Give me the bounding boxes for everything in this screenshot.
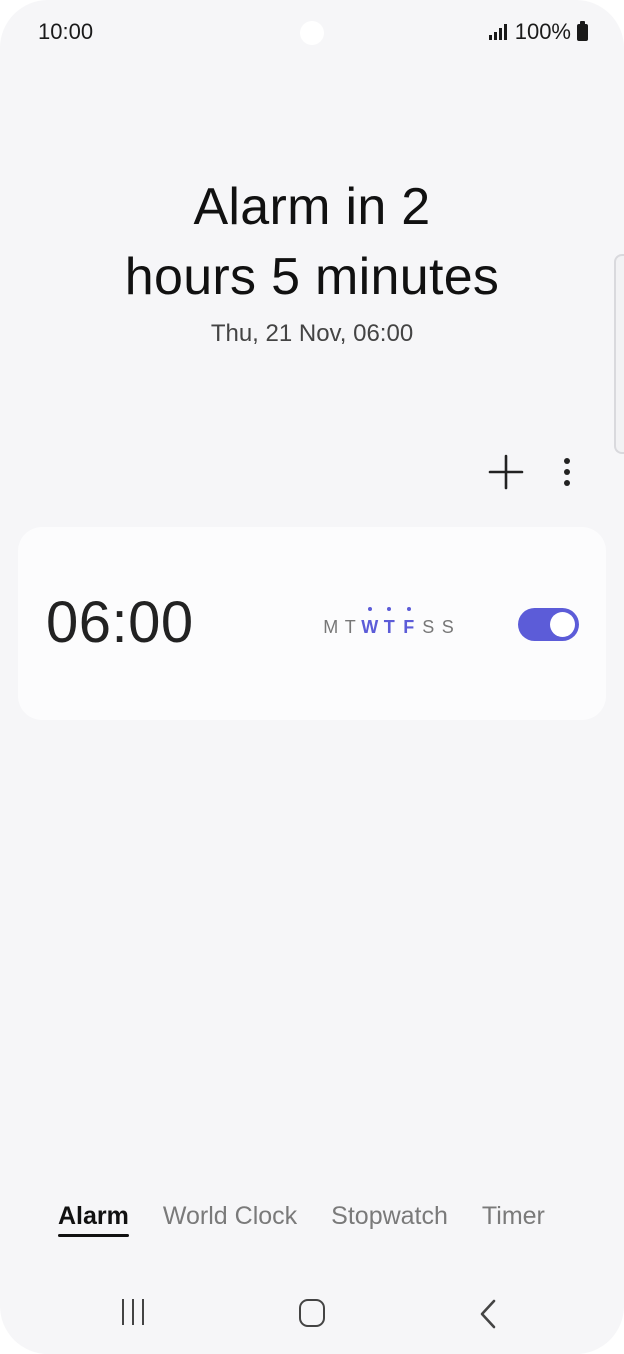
clock-app-screen: 10:00 100% Alarm in 2 hours 5 minutes Th… bbox=[0, 0, 624, 1354]
battery-icon bbox=[577, 21, 588, 41]
recent-apps-icon[interactable] bbox=[122, 1299, 144, 1325]
alarm-card[interactable]: 06:00 M T W T F S S bbox=[18, 527, 606, 720]
day-tuesday: T bbox=[344, 617, 356, 637]
headline-line-2: hours 5 minutes bbox=[124, 248, 500, 306]
back-icon[interactable] bbox=[476, 1298, 500, 1330]
day-thursday: T bbox=[380, 607, 400, 638]
battery-percent: 100% bbox=[514, 19, 571, 44]
more-options-button[interactable] bbox=[552, 451, 582, 493]
alarm-time: 06:00 bbox=[46, 590, 194, 655]
day-friday: F bbox=[399, 607, 419, 638]
day-sunday: S bbox=[441, 617, 454, 637]
day-saturday: S bbox=[422, 617, 435, 637]
bottom-tabs: Alarm World Clock Stopwatch Timer bbox=[58, 1202, 545, 1237]
alarm-repeat-days: M T W T F S S bbox=[321, 607, 458, 638]
front-camera bbox=[300, 21, 324, 45]
home-icon[interactable] bbox=[299, 1299, 325, 1327]
add-alarm-button[interactable] bbox=[485, 451, 527, 493]
tab-stopwatch[interactable]: Stopwatch bbox=[331, 1202, 448, 1231]
tab-world-clock[interactable]: World Clock bbox=[163, 1202, 297, 1231]
day-wednesday: W bbox=[361, 607, 379, 637]
more-options-icon bbox=[564, 458, 570, 486]
tab-timer[interactable]: Timer bbox=[482, 1202, 545, 1231]
status-time: 10:00 bbox=[38, 19, 94, 44]
signal-icon bbox=[488, 24, 507, 40]
day-monday: M bbox=[323, 617, 339, 637]
alarm-toggle[interactable] bbox=[518, 608, 579, 641]
toggle-knob bbox=[550, 612, 575, 637]
tab-alarm[interactable]: Alarm bbox=[58, 1202, 129, 1237]
next-alarm-date: Thu, 21 Nov, 06:00 bbox=[210, 320, 414, 347]
headline-line-1: Alarm in 2 bbox=[193, 178, 431, 236]
status-indicators: 100% bbox=[488, 19, 588, 45]
add-icon bbox=[488, 454, 524, 490]
next-alarm-headline: Alarm in 2 hours 5 minutes bbox=[0, 172, 624, 312]
